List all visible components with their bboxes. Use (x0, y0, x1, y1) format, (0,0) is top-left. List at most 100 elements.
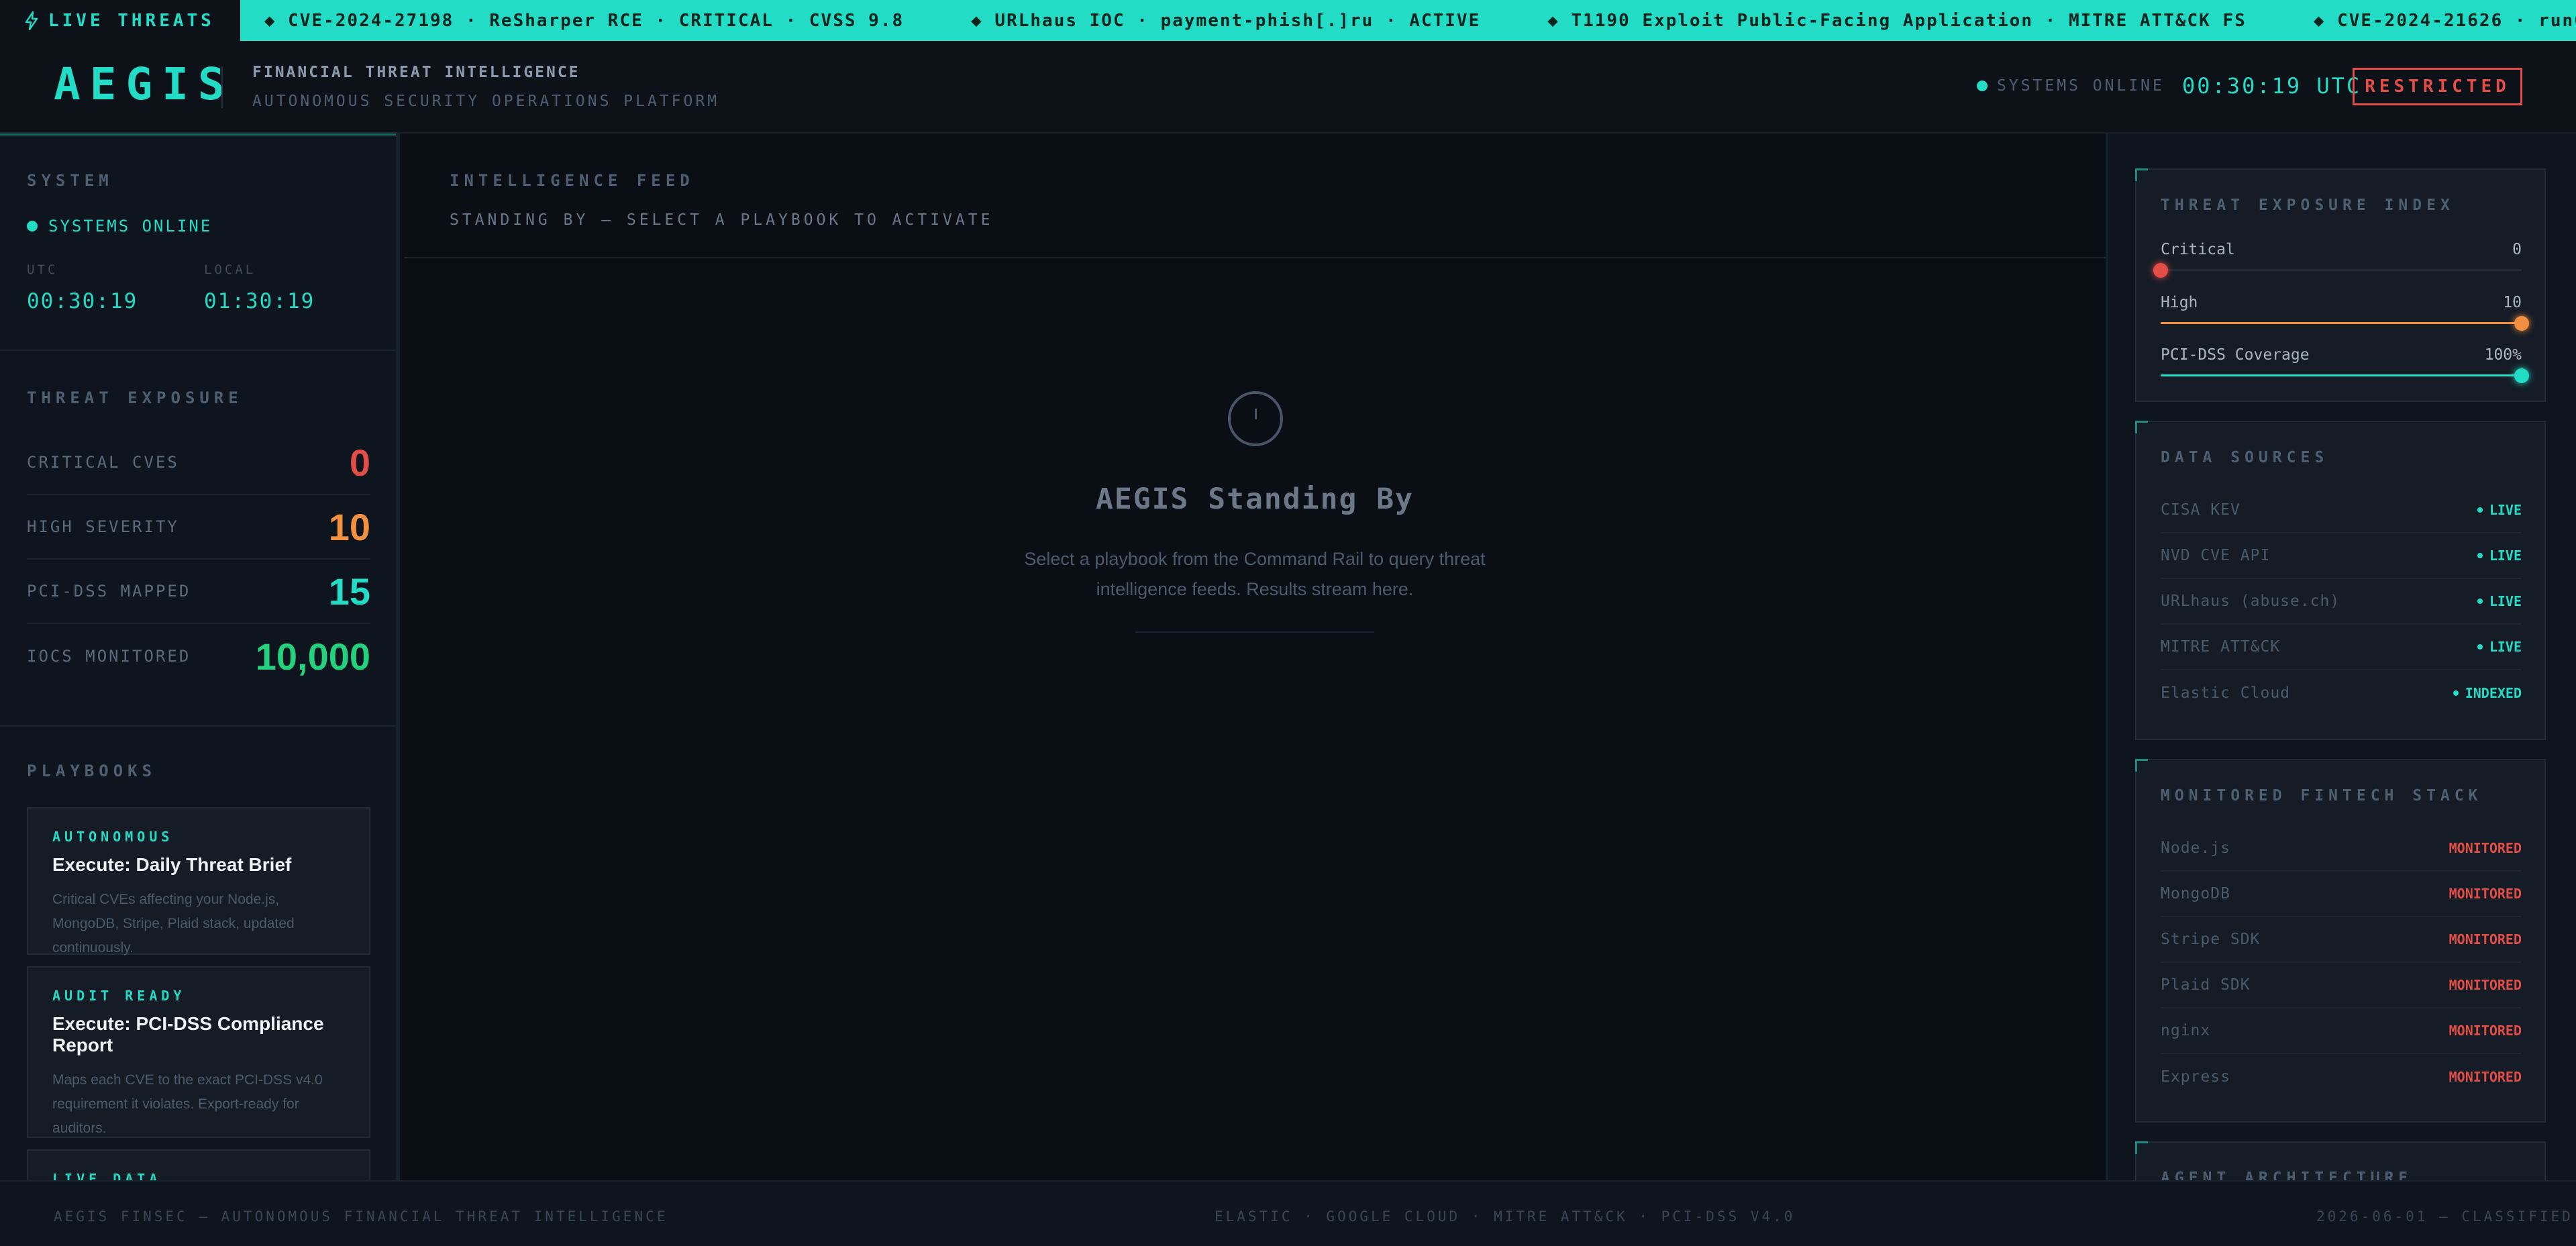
status-dot-icon (2477, 599, 2483, 604)
feed-status: STANDING BY — SELECT A PLAYBOOK TO ACTIV… (450, 211, 994, 229)
stack-row: Plaid SDK MONITORED (2161, 963, 2522, 1008)
system-status-label: SYSTEMS ONLINE (48, 217, 213, 236)
header-divider (221, 66, 223, 108)
tei-row-high: High 10 (2161, 294, 2529, 331)
source-row: CISA KEV LIVE (2161, 488, 2522, 533)
threat-exposure-label: THREAT EXPOSURE (27, 388, 243, 407)
utc-label: UTC (27, 262, 58, 277)
ticker-item: ◆ CVE-2024-21626 · runC Container Escape… (2313, 10, 2576, 31)
source-row: URLhaus (abuse.ch) LIVE (2161, 579, 2522, 625)
source-name: URLhaus (abuse.ch) (2161, 592, 2340, 610)
source-status: LIVE (2477, 593, 2522, 609)
app-footer: AEGIS FINSEC — AUTONOMOUS FINANCIAL THRE… (0, 1180, 2576, 1246)
tei-bar-knob (2153, 263, 2168, 278)
live-threats-ticker: LIVE THREATS ◆ CVE-2024-27198 · ReSharpe… (0, 0, 2576, 41)
stack-row: Express MONITORED (2161, 1054, 2522, 1100)
source-status-label: INDEXED (2465, 685, 2522, 701)
divider (404, 257, 2106, 258)
exposure-label: HIGH SEVERITY (27, 517, 179, 536)
divider (0, 350, 396, 351)
data-sources-panel: DATA SOURCES CISA KEV LIVE NVD CVE API L… (2135, 421, 2546, 740)
live-threats-badge: LIVE THREATS (0, 0, 240, 41)
tei-row-critical: Critical 0 (2153, 241, 2522, 278)
intelligence-feed: INTELLIGENCE FEED STANDING BY — SELECT A… (404, 134, 2106, 1180)
stack-name: Plaid SDK (2161, 976, 2251, 994)
playbook-card-pci-report[interactable]: AUDIT READY Execute: PCI-DSS Compliance … (27, 966, 370, 1138)
stack-name: Node.js (2161, 839, 2230, 857)
header-status-label: SYSTEMS ONLINE (1997, 77, 2165, 95)
stack-row: nginx MONITORED (2161, 1008, 2522, 1054)
panel-title: DATA SOURCES (2161, 449, 2329, 466)
stack-status: MONITORED (2449, 840, 2522, 856)
exposure-label: PCI-DSS MAPPED (27, 582, 191, 601)
playbook-title: Execute: PCI-DSS Compliance Report (52, 1013, 324, 1055)
stack-name: Express (2161, 1068, 2230, 1086)
source-name: Elastic Cloud (2161, 684, 2291, 702)
playbook-card-daily-brief[interactable]: AUTONOMOUS Execute: Daily Threat Brief C… (27, 807, 370, 955)
tei-value: 10 (2503, 294, 2522, 311)
panel-title: MONITORED FINTECH STACK (2161, 787, 2483, 804)
source-status: LIVE (2477, 502, 2522, 518)
source-status-label: LIVE (2489, 639, 2522, 655)
standby-title: AEGIS Standing By (1095, 482, 1414, 516)
status-dot-icon (2477, 553, 2483, 558)
source-row: Elastic Cloud INDEXED (2161, 670, 2522, 716)
header-utc-clock: 00:30:19 UTC (2182, 73, 2362, 99)
playbook-tag: AUTONOMOUS (52, 829, 174, 845)
tei-bar-knob (2514, 368, 2529, 383)
stack-status: MONITORED (2449, 886, 2522, 902)
right-panel: THREAT EXPOSURE INDEX Critical 0 High 10 (2106, 134, 2576, 1180)
header-title: FINANCIAL THREAT INTELLIGENCE (252, 64, 580, 81)
playbooks-label: PLAYBOOKS (27, 762, 157, 780)
restricted-badge: RESTRICTED (2353, 68, 2522, 105)
exposure-value: 10,000 (255, 635, 370, 678)
playbook-title: Execute: Daily Threat Brief (52, 854, 292, 875)
source-name: CISA KEV (2161, 501, 2240, 519)
utc-time: 00:30:19 (27, 289, 138, 313)
source-status: LIVE (2477, 548, 2522, 564)
stack-status: MONITORED (2449, 1023, 2522, 1039)
tei-label: High (2161, 294, 2198, 311)
source-name: NVD CVE API (2161, 547, 2271, 564)
ticker-item: ◆ T1190 Exploit Public-Facing Applicatio… (1547, 10, 2247, 31)
exposure-row-critical: CRITICAL CVES 0 (27, 431, 370, 495)
source-status-label: LIVE (2489, 548, 2522, 564)
divider (0, 725, 396, 727)
ticker-item: ◆ URLhaus IOC · payment-phish[.]ru · ACT… (971, 10, 1481, 31)
status-dot-icon (2477, 507, 2483, 513)
source-status: LIVE (2477, 639, 2522, 655)
tei-row-pci: PCI-DSS Coverage 100% (2161, 346, 2529, 383)
local-time: 01:30:19 (204, 289, 315, 313)
header-system-status: SYSTEMS ONLINE (1977, 77, 2165, 95)
live-threats-label: LIVE THREATS (48, 10, 215, 31)
exposure-label: IOCS MONITORED (27, 647, 191, 666)
stack-name: MongoDB (2161, 885, 2230, 902)
stack-status: MONITORED (2449, 977, 2522, 993)
system-status: SYSTEMS ONLINE (27, 217, 212, 236)
exposure-row-high: HIGH SEVERITY 10 (27, 495, 370, 560)
stack-status: MONITORED (2449, 1069, 2522, 1085)
exposure-value: 0 (349, 441, 370, 484)
playbook-tag: AUDIT READY (52, 988, 186, 1004)
aegis-logo: AEGIS (54, 58, 234, 110)
ticker-item: ◆ CVE-2024-27198 · ReSharper RCE · CRITI… (264, 10, 905, 31)
tei-value: 100% (2484, 346, 2522, 364)
stack-row: Node.js MONITORED (2161, 826, 2522, 872)
power-icon (1228, 391, 1283, 446)
agent-architecture-panel: AGENT ARCHITECTURE (2135, 1141, 2546, 1180)
feed-label: INTELLIGENCE FEED (450, 171, 694, 190)
stack-name: nginx (2161, 1022, 2211, 1039)
exposure-value: 10 (328, 505, 370, 548)
system-section-label: SYSTEM (27, 171, 113, 190)
threat-exposure-index-panel: THREAT EXPOSURE INDEX Critical 0 High 10 (2135, 168, 2546, 402)
status-dot-icon (27, 221, 38, 231)
tei-bar (2161, 368, 2529, 383)
command-rail: SYSTEM SYSTEMS ONLINE UTC LOCAL 00:30:19… (0, 134, 400, 1180)
tei-bar (2153, 263, 2522, 278)
source-status-label: LIVE (2489, 593, 2522, 609)
playbook-card-live-data[interactable]: LIVE DATA (27, 1149, 370, 1180)
source-row: MITRE ATT&CK LIVE (2161, 625, 2522, 670)
local-label: LOCAL (204, 262, 256, 277)
exposure-value: 15 (328, 570, 370, 613)
app-header: AEGIS FINANCIAL THREAT INTELLIGENCE AUTO… (0, 41, 2576, 134)
